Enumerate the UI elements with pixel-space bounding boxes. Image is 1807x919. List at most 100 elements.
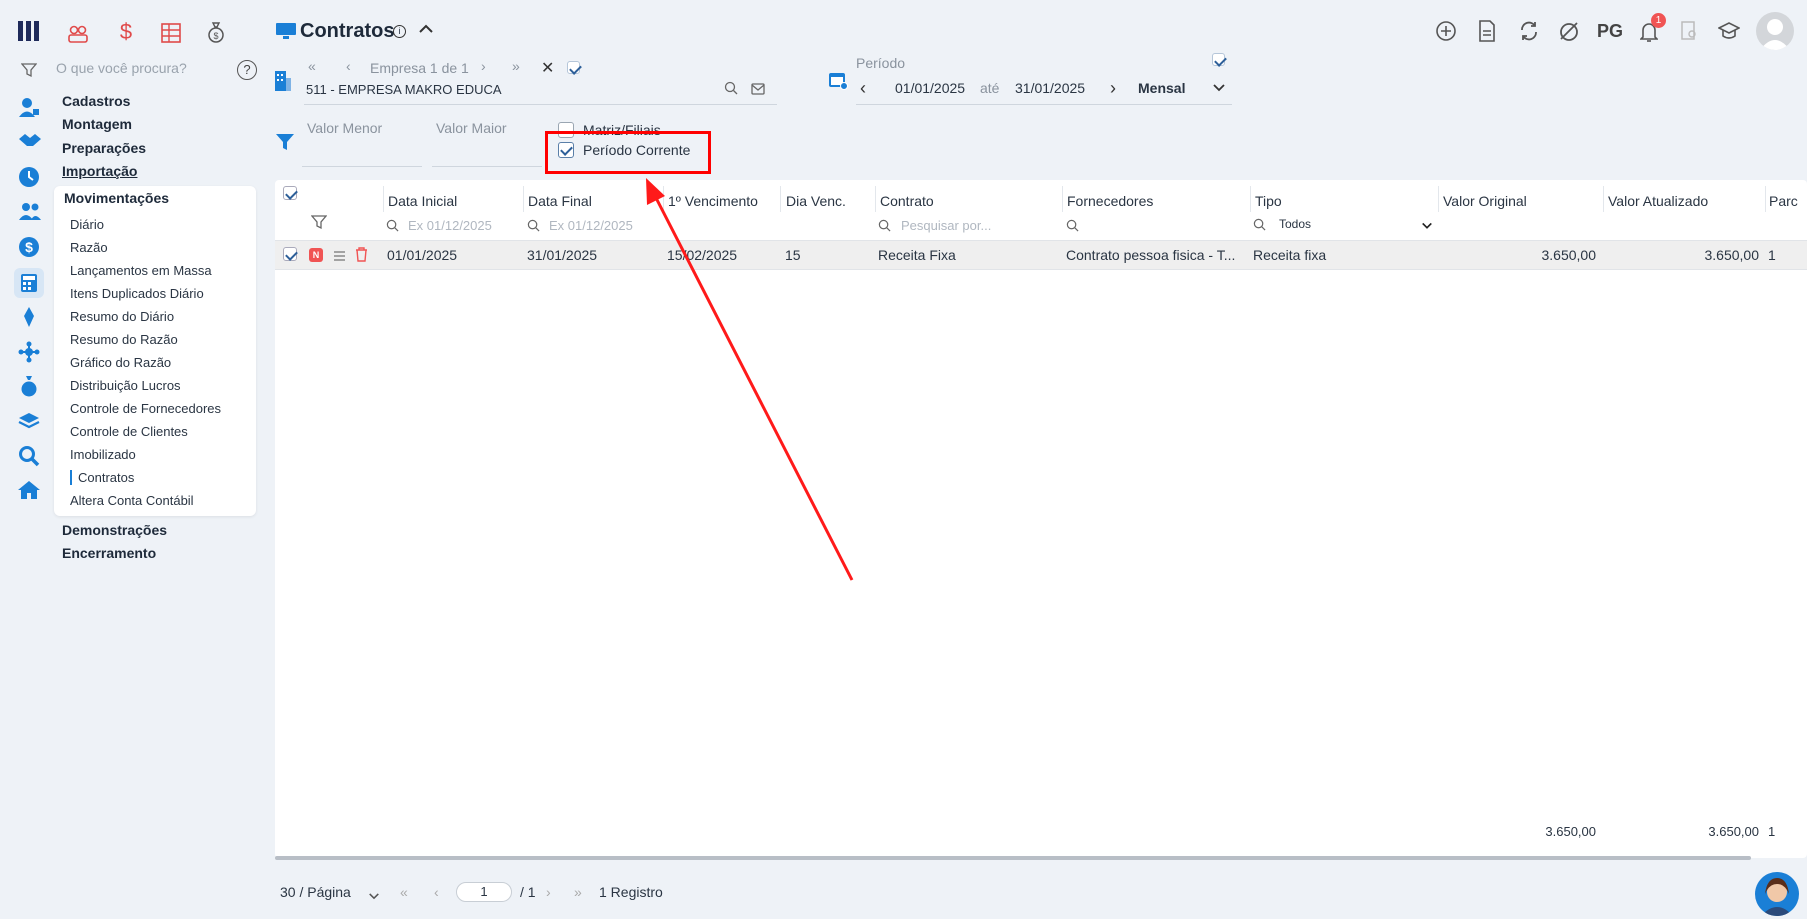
menu-item-controle-clientes[interactable]: Controle de Clientes xyxy=(70,424,188,439)
user-rail-icon[interactable] xyxy=(18,96,40,123)
menu-icon[interactable] xyxy=(333,249,346,267)
period-checkbox[interactable] xyxy=(1212,53,1225,66)
company-field[interactable]: 511 - EMPRESA MAKRO EDUCA xyxy=(306,82,502,97)
menu-item-altera-conta-contabil[interactable]: Altera Conta Contábil xyxy=(70,493,194,508)
first-page-button[interactable]: « xyxy=(400,884,408,900)
section-movimentacoes[interactable]: Movimentações xyxy=(64,190,169,206)
row-checkbox[interactable] xyxy=(283,247,297,261)
tipo-filter-select[interactable]: Todos xyxy=(1279,217,1311,231)
tools-icon[interactable] xyxy=(1558,20,1580,47)
company-all-checkbox[interactable] xyxy=(567,61,580,74)
spreadsheet-icon[interactable] xyxy=(160,22,182,44)
col-parc[interactable]: Parc xyxy=(1769,193,1807,209)
contrato-filter[interactable]: Pesquisar por... xyxy=(901,218,991,233)
handshake-icon[interactable] xyxy=(18,131,42,154)
assistant-avatar[interactable] xyxy=(1755,872,1799,916)
menu-item-resumo-diario[interactable]: Resumo do Diário xyxy=(70,309,174,324)
prev-period-icon[interactable]: ‹ xyxy=(860,78,866,99)
search-rail-icon[interactable] xyxy=(18,445,40,472)
chevron-down-icon[interactable] xyxy=(368,888,380,906)
col-data-final[interactable]: Data Final xyxy=(528,193,592,209)
col-dia-venc[interactable]: Dia Venc. xyxy=(786,193,846,209)
next-period-icon[interactable]: › xyxy=(1110,78,1116,99)
menu-item-lancamentos-em-massa[interactable]: Lançamentos em Massa xyxy=(70,263,212,278)
filter-icon[interactable] xyxy=(20,62,38,78)
dollar-circle-icon[interactable]: $ xyxy=(18,236,40,263)
menu-item-diario[interactable]: Diário xyxy=(70,217,104,232)
table-row[interactable]: N 01/01/2025 31/01/2025 15/02/2025 15 Re… xyxy=(275,240,1807,270)
section-importacao[interactable]: Importação xyxy=(62,163,137,179)
app-logo[interactable] xyxy=(16,18,42,44)
first-page-icon[interactable]: « xyxy=(308,58,316,74)
info-icon[interactable]: i xyxy=(393,25,406,38)
bag-icon[interactable] xyxy=(19,375,39,402)
last-page-icon[interactable]: » xyxy=(512,58,520,74)
prev-company-icon[interactable]: ‹ xyxy=(346,58,351,74)
home-icon[interactable] xyxy=(17,480,41,505)
menu-item-grafico-razao[interactable]: Gráfico do Razão xyxy=(70,355,171,370)
layers-icon[interactable] xyxy=(18,412,40,435)
menu-item-distribuicao-lucros[interactable]: Distribuição Lucros xyxy=(70,378,181,393)
last-page-button[interactable]: » xyxy=(574,884,582,900)
col-fornecedores[interactable]: Fornecedores xyxy=(1067,193,1153,209)
section-encerramento[interactable]: Encerramento xyxy=(62,545,156,561)
horizontal-scrollbar[interactable] xyxy=(275,856,1751,860)
mail-icon[interactable] xyxy=(751,82,765,100)
menu-item-contratos[interactable]: Contratos xyxy=(70,470,134,485)
chevron-down-icon[interactable] xyxy=(1421,218,1433,236)
col-tipo[interactable]: Tipo xyxy=(1255,193,1282,209)
col-vencimento[interactable]: 1º Vencimento xyxy=(668,193,758,209)
col-valor-atualizado[interactable]: Valor Atualizado xyxy=(1608,193,1708,209)
chevron-up-icon[interactable] xyxy=(418,22,434,41)
section-cadastros[interactable]: Cadastros xyxy=(62,93,130,109)
section-demonstracoes[interactable]: Demonstrações xyxy=(62,522,167,538)
user-initials[interactable]: PG xyxy=(1597,21,1623,42)
section-montagem[interactable]: Montagem xyxy=(62,116,132,132)
add-icon[interactable] xyxy=(1436,21,1456,46)
data-inicial-filter[interactable]: Ex 01/12/2025 xyxy=(408,218,492,233)
funnel-icon[interactable] xyxy=(275,132,295,157)
date-start-field[interactable]: 01/01/2025 xyxy=(895,80,965,96)
col-valor-original[interactable]: Valor Original xyxy=(1443,193,1527,209)
column-filter-icon[interactable] xyxy=(310,214,328,235)
calculator-icon[interactable] xyxy=(14,268,44,298)
people-icon[interactable] xyxy=(66,22,90,46)
prev-page-button[interactable]: ‹ xyxy=(434,884,439,900)
data-final-filter[interactable]: Ex 01/12/2025 xyxy=(549,218,633,233)
date-end-field[interactable]: 31/01/2025 xyxy=(1015,80,1085,96)
section-preparacoes[interactable]: Preparações xyxy=(62,140,146,156)
clock-icon[interactable] xyxy=(18,166,40,193)
page-input[interactable]: 1 xyxy=(456,882,512,902)
money-bag-icon[interactable]: $ xyxy=(206,20,226,44)
help-icon[interactable]: ? xyxy=(237,60,257,80)
graduation-cap-icon[interactable] xyxy=(1717,21,1741,46)
select-all-checkbox[interactable] xyxy=(283,186,297,200)
valor-maior-field[interactable]: Valor Maior xyxy=(436,120,507,136)
network-icon[interactable] xyxy=(18,341,40,368)
users-icon[interactable] xyxy=(18,201,42,226)
period-mode-select[interactable]: Mensal xyxy=(1138,80,1185,96)
menu-item-resumo-razao[interactable]: Resumo do Razão xyxy=(70,332,178,347)
menu-item-razao[interactable]: Razão xyxy=(70,240,108,255)
chevron-down-icon[interactable] xyxy=(1212,80,1226,98)
company-search-icon[interactable] xyxy=(724,81,738,100)
search-icon[interactable] xyxy=(1066,219,1079,237)
refresh-icon[interactable] xyxy=(1518,20,1540,47)
col-data-inicial[interactable]: Data Inicial xyxy=(388,193,457,209)
menu-item-imobilizado[interactable]: Imobilizado xyxy=(70,447,136,462)
trash-icon[interactable] xyxy=(355,247,368,267)
pen-icon[interactable] xyxy=(20,306,38,333)
next-page-button[interactable]: › xyxy=(546,884,551,900)
next-company-icon[interactable]: › xyxy=(481,58,486,74)
dollar-icon[interactable]: $ xyxy=(116,19,136,44)
col-contrato[interactable]: Contrato xyxy=(880,193,934,209)
clear-icon[interactable]: ✕ xyxy=(541,58,554,78)
avatar[interactable] xyxy=(1756,12,1794,50)
report-icon[interactable] xyxy=(1680,21,1698,46)
valor-menor-field[interactable]: Valor Menor xyxy=(307,120,382,136)
document-icon[interactable] xyxy=(1478,20,1496,47)
menu-item-controle-fornecedores[interactable]: Controle de Fornecedores xyxy=(70,401,221,416)
menu-item-itens-duplicados[interactable]: Itens Duplicados Diário xyxy=(70,286,204,301)
search-input[interactable]: O que você procura? xyxy=(56,60,187,76)
per-page-select[interactable]: 30 / Página xyxy=(280,884,351,900)
